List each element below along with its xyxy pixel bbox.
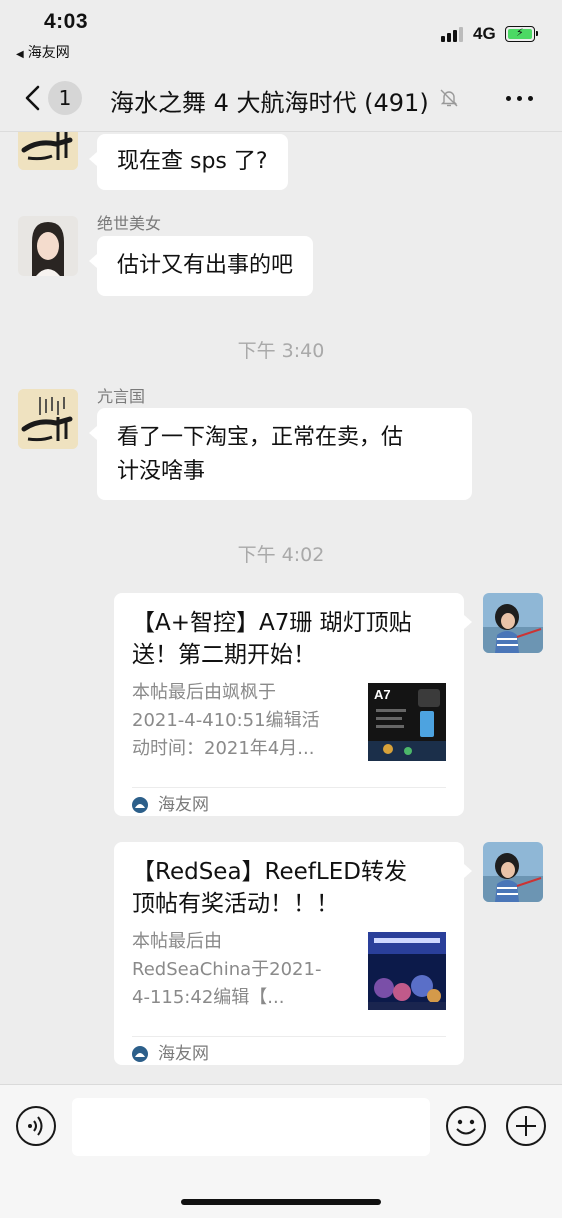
sender-name: 绝世美女	[97, 214, 162, 233]
voice-icon	[16, 1106, 56, 1146]
message-bubble[interactable]: 现在查 sps 了?	[89, 134, 288, 190]
battery-icon: ⚡	[505, 26, 538, 42]
card-source: 海友网	[132, 1036, 446, 1070]
chat-title: 海水之舞 4 大航海时代 (491)	[110, 89, 429, 117]
woman-avatar[interactable]	[18, 216, 78, 276]
card-title-line: 顶帖有奖活动！！！	[132, 891, 339, 917]
thumb-label: A7	[374, 687, 391, 702]
card-desc-line: 本帖最后由	[132, 931, 222, 952]
more-options-button[interactable]	[502, 87, 538, 109]
back-app-label: 海友网	[27, 45, 70, 61]
card-description: 本帖最后由 RedSeaChina于2021- 4-115:42编辑【...	[132, 928, 354, 1012]
signal-icon	[441, 26, 465, 42]
card-source: 海友网	[132, 787, 446, 821]
card-source-label: 海友网	[158, 1044, 209, 1064]
message-list[interactable]: 现在查 sps 了? 绝世美女 估计又有出事的吧 下午 3:40 亢言国 看了一…	[0, 132, 562, 1084]
calligraphy-avatar[interactable]	[18, 389, 78, 449]
child-avatar[interactable]	[483, 593, 543, 653]
card-desc-line: 2021-4-410:51编辑活	[132, 710, 320, 731]
plus-icon	[506, 1106, 546, 1146]
timestamp: 下午 3:40	[237, 340, 325, 362]
source-logo-icon	[132, 797, 148, 813]
card-title: 【RedSea】ReefLED转发 顶帖有奖活动！！！	[132, 856, 446, 920]
card-desc-line: 4-115:42编辑【...	[132, 987, 285, 1008]
card-title-line: 送！第二期开始！	[132, 642, 316, 668]
voice-button[interactable]	[15, 1105, 57, 1147]
home-indicator[interactable]	[181, 1199, 381, 1205]
emoji-icon	[446, 1106, 486, 1146]
card-description: 本帖最后由飒枫于 2021-4-410:51编辑活 动时间：2021年4月...	[132, 679, 354, 763]
status-time: 4:03	[44, 10, 89, 33]
card-source-label: 海友网	[158, 795, 209, 815]
input-bar	[0, 1084, 562, 1218]
network-label: 4G	[473, 24, 496, 43]
chat-header: 1 海水之舞 4 大航海时代 (491)	[0, 64, 562, 132]
emoji-button[interactable]	[445, 1105, 487, 1147]
child-avatar[interactable]	[483, 842, 543, 902]
status-bar: 4:03 ◀ 海友网 4G ⚡	[0, 0, 562, 64]
card-desc-line: 本帖最后由飒枫于	[132, 682, 276, 703]
calligraphy-avatar[interactable]	[18, 132, 78, 170]
message-input[interactable]	[72, 1098, 430, 1156]
more-actions-button[interactable]	[505, 1105, 547, 1147]
source-logo-icon	[132, 1046, 148, 1062]
card-desc-line: 动时间：2021年4月...	[132, 738, 315, 759]
muted-bell-icon	[440, 89, 458, 107]
sender-name: 亢言国	[97, 387, 146, 406]
card-thumbnail: A7	[368, 683, 446, 761]
back-to-app[interactable]: ◀ 海友网	[16, 42, 70, 62]
message-line: 计没啥事	[117, 459, 206, 484]
link-card[interactable]: 【RedSea】ReefLED转发 顶帖有奖活动！！！ 本帖最后由 RedSea…	[114, 842, 472, 1065]
timestamp: 下午 4:02	[237, 544, 325, 566]
card-thumbnail	[368, 932, 446, 1010]
message-bubble[interactable]: 看了一下淘宝，正常在卖，估 计没啥事	[89, 408, 472, 500]
card-title-line: 【RedSea】ReefLED转发	[132, 859, 407, 885]
card-title: 【A+智控】A7珊 瑚灯顶贴 送！第二期开始！	[132, 607, 446, 671]
message-bubble[interactable]: 估计又有出事的吧	[88, 236, 314, 296]
card-desc-line: RedSeaChina于2021-	[132, 959, 322, 980]
message-line: 看了一下淘宝，正常在卖，估	[117, 425, 404, 450]
unread-badge[interactable]: 1	[48, 81, 82, 115]
card-title-line: 【A+智控】A7珊 瑚灯顶贴	[132, 610, 412, 636]
link-card[interactable]: 【A+智控】A7珊 瑚灯顶贴 送！第二期开始！ 本帖最后由飒枫于 2021-4-…	[114, 593, 472, 816]
back-triangle-icon: ◀	[16, 49, 24, 60]
